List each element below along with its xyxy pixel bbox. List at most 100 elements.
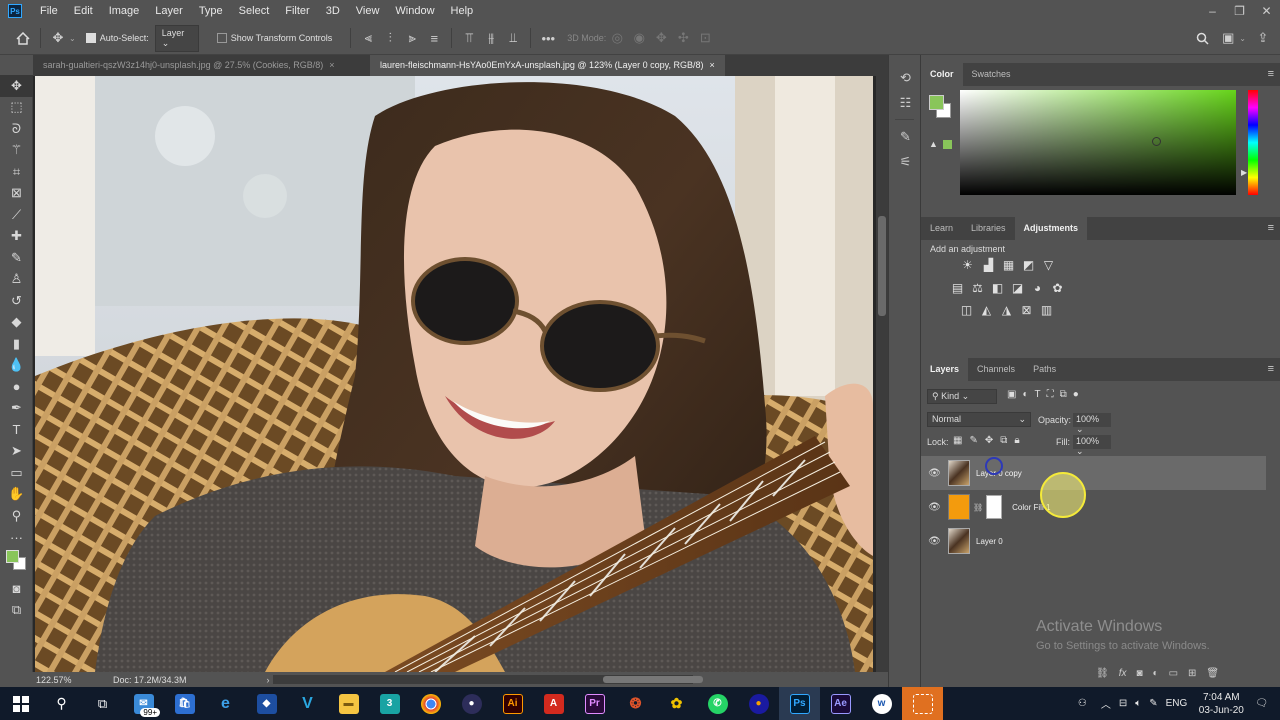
layer-row-layer-0-copy[interactable]: 👁︎ Layer 0 copy bbox=[921, 456, 1266, 490]
color-swatches[interactable] bbox=[0, 548, 33, 578]
align-hcenter-icon[interactable]: ⫶ bbox=[379, 27, 401, 49]
menu-type[interactable]: Type bbox=[191, 0, 231, 22]
people-icon[interactable]: ⚇ bbox=[1078, 698, 1087, 709]
hue-slider-arrow-icon[interactable]: ▶ bbox=[1241, 168, 1247, 177]
layer-row-color-fill-1[interactable]: 👁︎ ⛓ Color Fill 1 bbox=[921, 490, 1266, 524]
volume-icon[interactable]: 🔈︎ bbox=[1135, 698, 1141, 709]
horizontal-scroll-thumb[interactable] bbox=[603, 676, 703, 683]
tab-paths[interactable]: Paths bbox=[1024, 358, 1065, 381]
properties-panel-icon[interactable]: ☷ bbox=[889, 90, 922, 115]
history-panel-icon[interactable]: ⟲ bbox=[889, 65, 922, 90]
align-right-icon[interactable]: ⫸ bbox=[401, 27, 423, 49]
3d-roll-icon[interactable]: ◉ bbox=[628, 27, 650, 49]
magic-wand-tool-icon[interactable]: ⚚ bbox=[0, 140, 33, 162]
workspace-icon[interactable]: ▣ bbox=[1217, 27, 1239, 49]
layer-filter-kind-dropdown[interactable]: ⚲ Kind ⌄ bbox=[927, 389, 997, 404]
history-brush-tool-icon[interactable]: ↺ bbox=[0, 290, 33, 312]
screen-mode-icon[interactable]: ⧉ bbox=[0, 600, 33, 622]
recording-app-icon[interactable] bbox=[902, 687, 943, 720]
3d-slide-icon[interactable]: ✣ bbox=[672, 27, 694, 49]
black-white-icon[interactable]: ◪ bbox=[1010, 281, 1025, 295]
exposure-icon[interactable]: ◩ bbox=[1021, 258, 1036, 272]
brush-panel-icon[interactable]: ✎ bbox=[889, 124, 922, 149]
more-options-icon[interactable]: ••• bbox=[537, 27, 559, 49]
gamut-warning-icon[interactable]: ▲ bbox=[929, 139, 938, 149]
canvas-horizontal-scrollbar[interactable] bbox=[273, 675, 703, 684]
tab-libraries[interactable]: Libraries bbox=[962, 217, 1015, 240]
edit-toolbar-icon[interactable]: ··· bbox=[0, 527, 33, 549]
fill-color-thumbnail[interactable] bbox=[948, 494, 970, 520]
home-icon[interactable] bbox=[12, 27, 34, 49]
menu-select[interactable]: Select bbox=[231, 0, 278, 22]
fill-input[interactable]: 100% ⌄ bbox=[1073, 435, 1111, 456]
threshold-icon[interactable]: ◮ bbox=[999, 303, 1014, 317]
layer-mask-thumbnail[interactable] bbox=[986, 495, 1003, 519]
brush-settings-icon[interactable]: ⚟ bbox=[889, 149, 922, 174]
dodge-tool-icon[interactable]: ● bbox=[0, 376, 33, 398]
edge-app-icon[interactable]: e bbox=[205, 687, 246, 720]
close-button[interactable]: ✕ bbox=[1253, 0, 1280, 22]
distribute-icon[interactable]: ≡ bbox=[423, 27, 445, 49]
new-adjustment-icon[interactable]: ◐ bbox=[1153, 668, 1159, 679]
new-layer-icon[interactable]: ⊞ bbox=[1188, 668, 1196, 679]
selective-color-icon[interactable]: ⊠ bbox=[1019, 303, 1034, 317]
filter-shape-icon[interactable]: ⛶ bbox=[1047, 389, 1054, 400]
file-explorer-icon[interactable]: ▬ bbox=[328, 687, 369, 720]
start-button[interactable] bbox=[0, 687, 41, 720]
notifications-icon[interactable]: 🗨︎ bbox=[1255, 698, 1268, 709]
menu-view[interactable]: View bbox=[348, 0, 388, 22]
vpn-app-icon[interactable]: ◆ bbox=[246, 687, 287, 720]
app-paint-icon[interactable]: ❂ bbox=[615, 687, 656, 720]
task-view-icon[interactable]: ⧉ bbox=[82, 687, 123, 720]
healing-brush-tool-icon[interactable]: ✚ bbox=[0, 226, 33, 248]
align-left-icon[interactable]: ⫷ bbox=[357, 27, 379, 49]
app-3-icon[interactable]: 3 bbox=[369, 687, 410, 720]
hue-saturation-icon[interactable]: ⚖ bbox=[970, 281, 985, 295]
auto-select-dropdown[interactable]: Layer ⌄ bbox=[154, 24, 199, 52]
color-picker-field[interactable] bbox=[960, 90, 1236, 195]
layer-row-layer-0[interactable]: 👁︎ Layer 0 bbox=[921, 524, 1266, 558]
layer-style-fx-icon[interactable]: fx bbox=[1119, 668, 1127, 679]
canvas-vertical-scrollbar[interactable] bbox=[876, 76, 888, 672]
quick-mask-icon[interactable]: ◙ bbox=[0, 578, 33, 600]
blur-tool-icon[interactable]: 💧 bbox=[0, 355, 33, 377]
filter-smart-object-icon[interactable]: ⧉ bbox=[1060, 389, 1067, 400]
panel-menu-icon[interactable]: ≡ bbox=[1268, 363, 1274, 375]
tab-channels[interactable]: Channels bbox=[968, 358, 1024, 381]
gradient-tool-icon[interactable]: ▮ bbox=[0, 333, 33, 355]
hue-slider[interactable] bbox=[1248, 90, 1258, 195]
tab-close-icon[interactable]: × bbox=[709, 60, 714, 70]
filter-type-icon[interactable]: T bbox=[1035, 389, 1041, 400]
minimize-button[interactable]: – bbox=[1199, 0, 1226, 22]
tab-layers[interactable]: Layers bbox=[921, 358, 969, 381]
search-taskbar-icon[interactable]: ⚲ bbox=[41, 687, 82, 720]
levels-icon[interactable]: ▟ bbox=[981, 258, 996, 272]
align-vcenter-icon[interactable]: ⫵ bbox=[480, 27, 502, 49]
app-flower-icon[interactable]: ✿ bbox=[656, 687, 697, 720]
lock-artboard-icon[interactable]: ⧉ bbox=[1000, 435, 1007, 446]
new-group-icon[interactable]: ▭ bbox=[1169, 668, 1178, 679]
opacity-input[interactable]: 100% ⌄ bbox=[1073, 413, 1111, 434]
panel-menu-icon[interactable]: ≡ bbox=[1268, 222, 1274, 234]
filter-toggle-icon[interactable]: ● bbox=[1073, 389, 1079, 400]
crop-tool-icon[interactable]: ⌗ bbox=[0, 161, 33, 183]
gradient-map-icon[interactable]: ▥ bbox=[1039, 303, 1054, 317]
photo-filter-icon[interactable]: ◕ bbox=[1030, 281, 1045, 295]
document-photo[interactable] bbox=[35, 76, 873, 672]
posterize-icon[interactable]: ◭ bbox=[979, 303, 994, 317]
delete-layer-icon[interactable]: 🗑︎ bbox=[1206, 668, 1219, 679]
triangle-filter-icon[interactable]: ▽ bbox=[1041, 258, 1056, 272]
panel-menu-icon[interactable]: ≡ bbox=[1268, 68, 1274, 80]
marquee-tool-icon[interactable]: ⬚ bbox=[0, 97, 33, 119]
photoshop-app-icon[interactable]: Ps bbox=[779, 687, 820, 720]
layer-name[interactable]: Layer 0 bbox=[976, 537, 1003, 546]
pen-tool-icon[interactable]: ✒ bbox=[0, 398, 33, 420]
menu-window[interactable]: Window bbox=[387, 0, 442, 22]
path-selection-tool-icon[interactable]: ➤ bbox=[0, 441, 33, 463]
filter-adjustment-icon[interactable]: ◐ bbox=[1022, 389, 1028, 400]
menu-help[interactable]: Help bbox=[443, 0, 482, 22]
tab-adjustments[interactable]: Adjustments bbox=[1014, 217, 1088, 240]
visibility-eye-icon[interactable]: 👁︎ bbox=[921, 468, 948, 479]
share-icon[interactable]: ⇪ bbox=[1252, 27, 1274, 49]
auto-select-checkbox[interactable]: Auto-Select: bbox=[85, 33, 149, 43]
